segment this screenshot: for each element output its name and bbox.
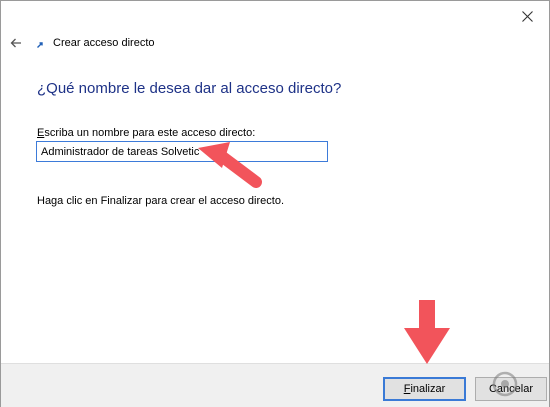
close-button[interactable]: [514, 5, 540, 27]
name-field-label: Escriba un nombre para este acceso direc…: [37, 127, 256, 139]
shortcut-name-input[interactable]: [36, 141, 328, 162]
close-icon: [521, 10, 533, 22]
cancel-button-label: Cancelar: [488, 383, 534, 395]
back-button[interactable]: [9, 36, 23, 50]
back-arrow-icon: [10, 38, 21, 48]
finish-button[interactable]: Finalizar: [383, 377, 466, 401]
shortcut-wizard-icon: [36, 37, 44, 49]
title-row: Crear acceso directo: [9, 33, 155, 53]
wizard-title: Crear acceso directo: [53, 37, 155, 49]
finish-button-label: Finalizar: [403, 383, 446, 395]
page-heading: ¿Qué nombre le desea dar al acceso direc…: [37, 80, 342, 97]
dialog-footer: Finalizar Cancelar: [1, 363, 549, 407]
finish-hint: Haga clic en Finalizar para crear el acc…: [37, 195, 285, 207]
create-shortcut-dialog: Crear acceso directo ¿Qué nombre le dese…: [0, 0, 550, 407]
cancel-button[interactable]: Cancelar: [475, 377, 547, 401]
